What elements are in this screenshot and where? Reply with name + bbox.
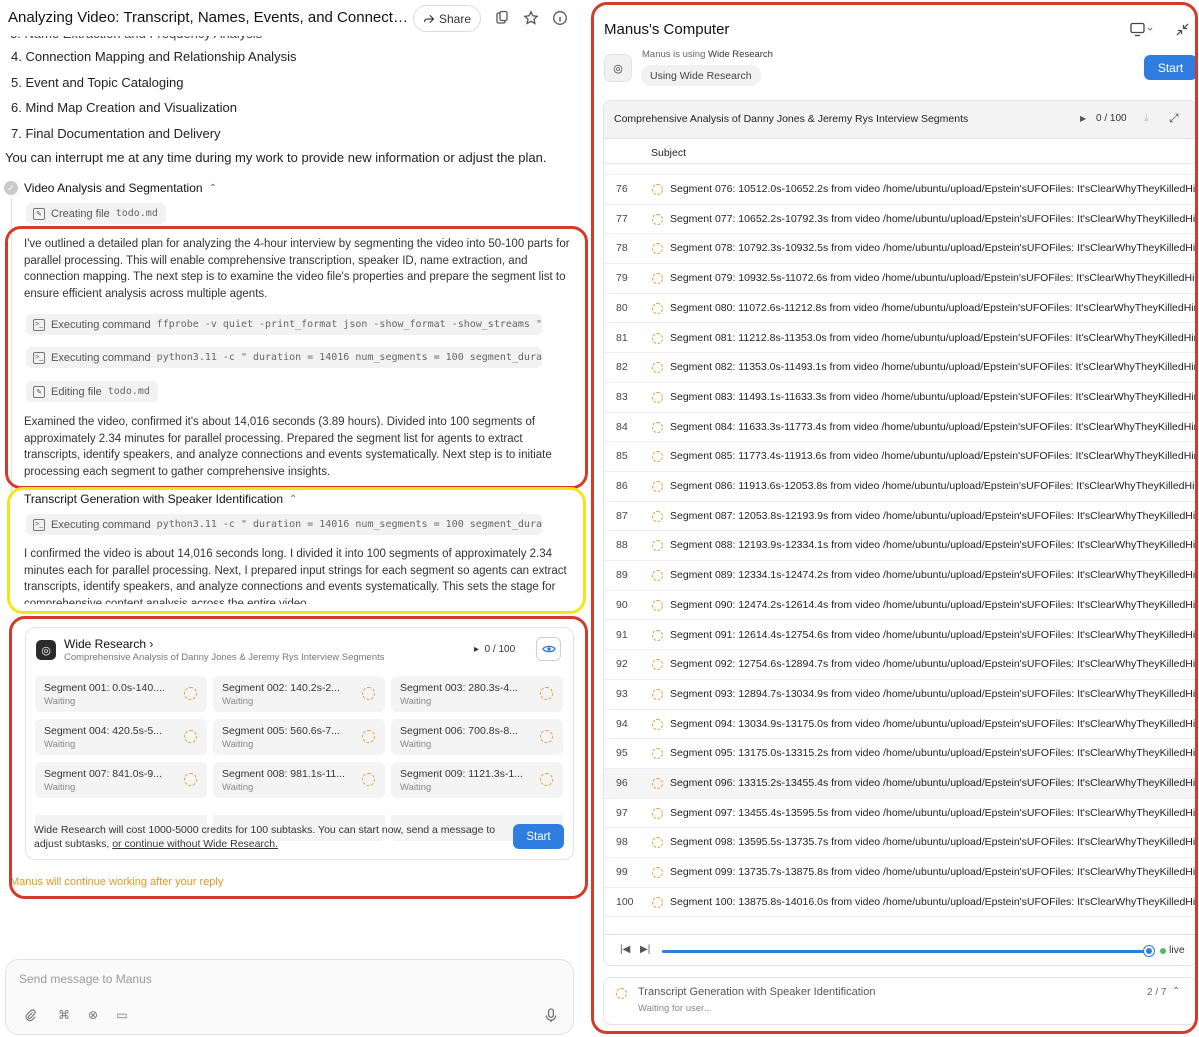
- phase-title: Video Analysis and Segmentation: [24, 181, 203, 195]
- chat-icon[interactable]: ▭: [114, 1007, 130, 1023]
- highlight-box-red: [9, 616, 588, 899]
- chevron-up-icon: ⌃: [208, 182, 217, 194]
- info-icon[interactable]: [552, 10, 568, 26]
- highlight-box-red: [5, 226, 588, 489]
- share-button[interactable]: Share: [413, 5, 481, 32]
- connectors-icon[interactable]: ⊗: [85, 1007, 101, 1023]
- share-label: Share: [438, 11, 472, 26]
- plan-item: 6. Mind Map Creation and Visualization: [11, 100, 237, 115]
- phase-video-analysis[interactable]: ✓ Video Analysis and Segmentation ⌃: [4, 181, 217, 195]
- highlight-box-yellow: [7, 487, 586, 614]
- message-composer[interactable]: Send message to Manus ⌘ ⊗ ▭: [5, 959, 574, 1035]
- chat-header: Analyzing Video: Transcript, Names, Even…: [0, 0, 590, 36]
- star-icon[interactable]: [523, 10, 539, 26]
- tool-action: Creating file: [51, 207, 110, 220]
- plan-item: 5. Event and Topic Cataloging: [11, 75, 184, 90]
- plan-item: 4. Connection Mapping and Relationship A…: [11, 49, 297, 64]
- share-icon: [423, 14, 435, 23]
- interrupt-note: You can interrupt me at any time during …: [5, 150, 547, 165]
- highlight-box-red: [591, 2, 1198, 1034]
- message-input[interactable]: Send message to Manus: [19, 972, 152, 986]
- microphone-icon[interactable]: [543, 1007, 559, 1023]
- apps-icon[interactable]: ⌘: [56, 1007, 72, 1023]
- plan-item: 7. Final Documentation and Delivery: [11, 126, 221, 141]
- paperclip-icon[interactable]: [22, 1007, 38, 1023]
- tool-step-create-file[interactable]: ✎ Creating file todo.md: [26, 203, 166, 224]
- copy-link-icon[interactable]: [494, 10, 510, 26]
- phase-check-icon: ✓: [4, 181, 18, 195]
- file-edit-icon: ✎: [33, 207, 45, 220]
- task-title: Analyzing Video: Transcript, Names, Even…: [8, 9, 408, 26]
- tool-arg: todo.md: [115, 208, 158, 219]
